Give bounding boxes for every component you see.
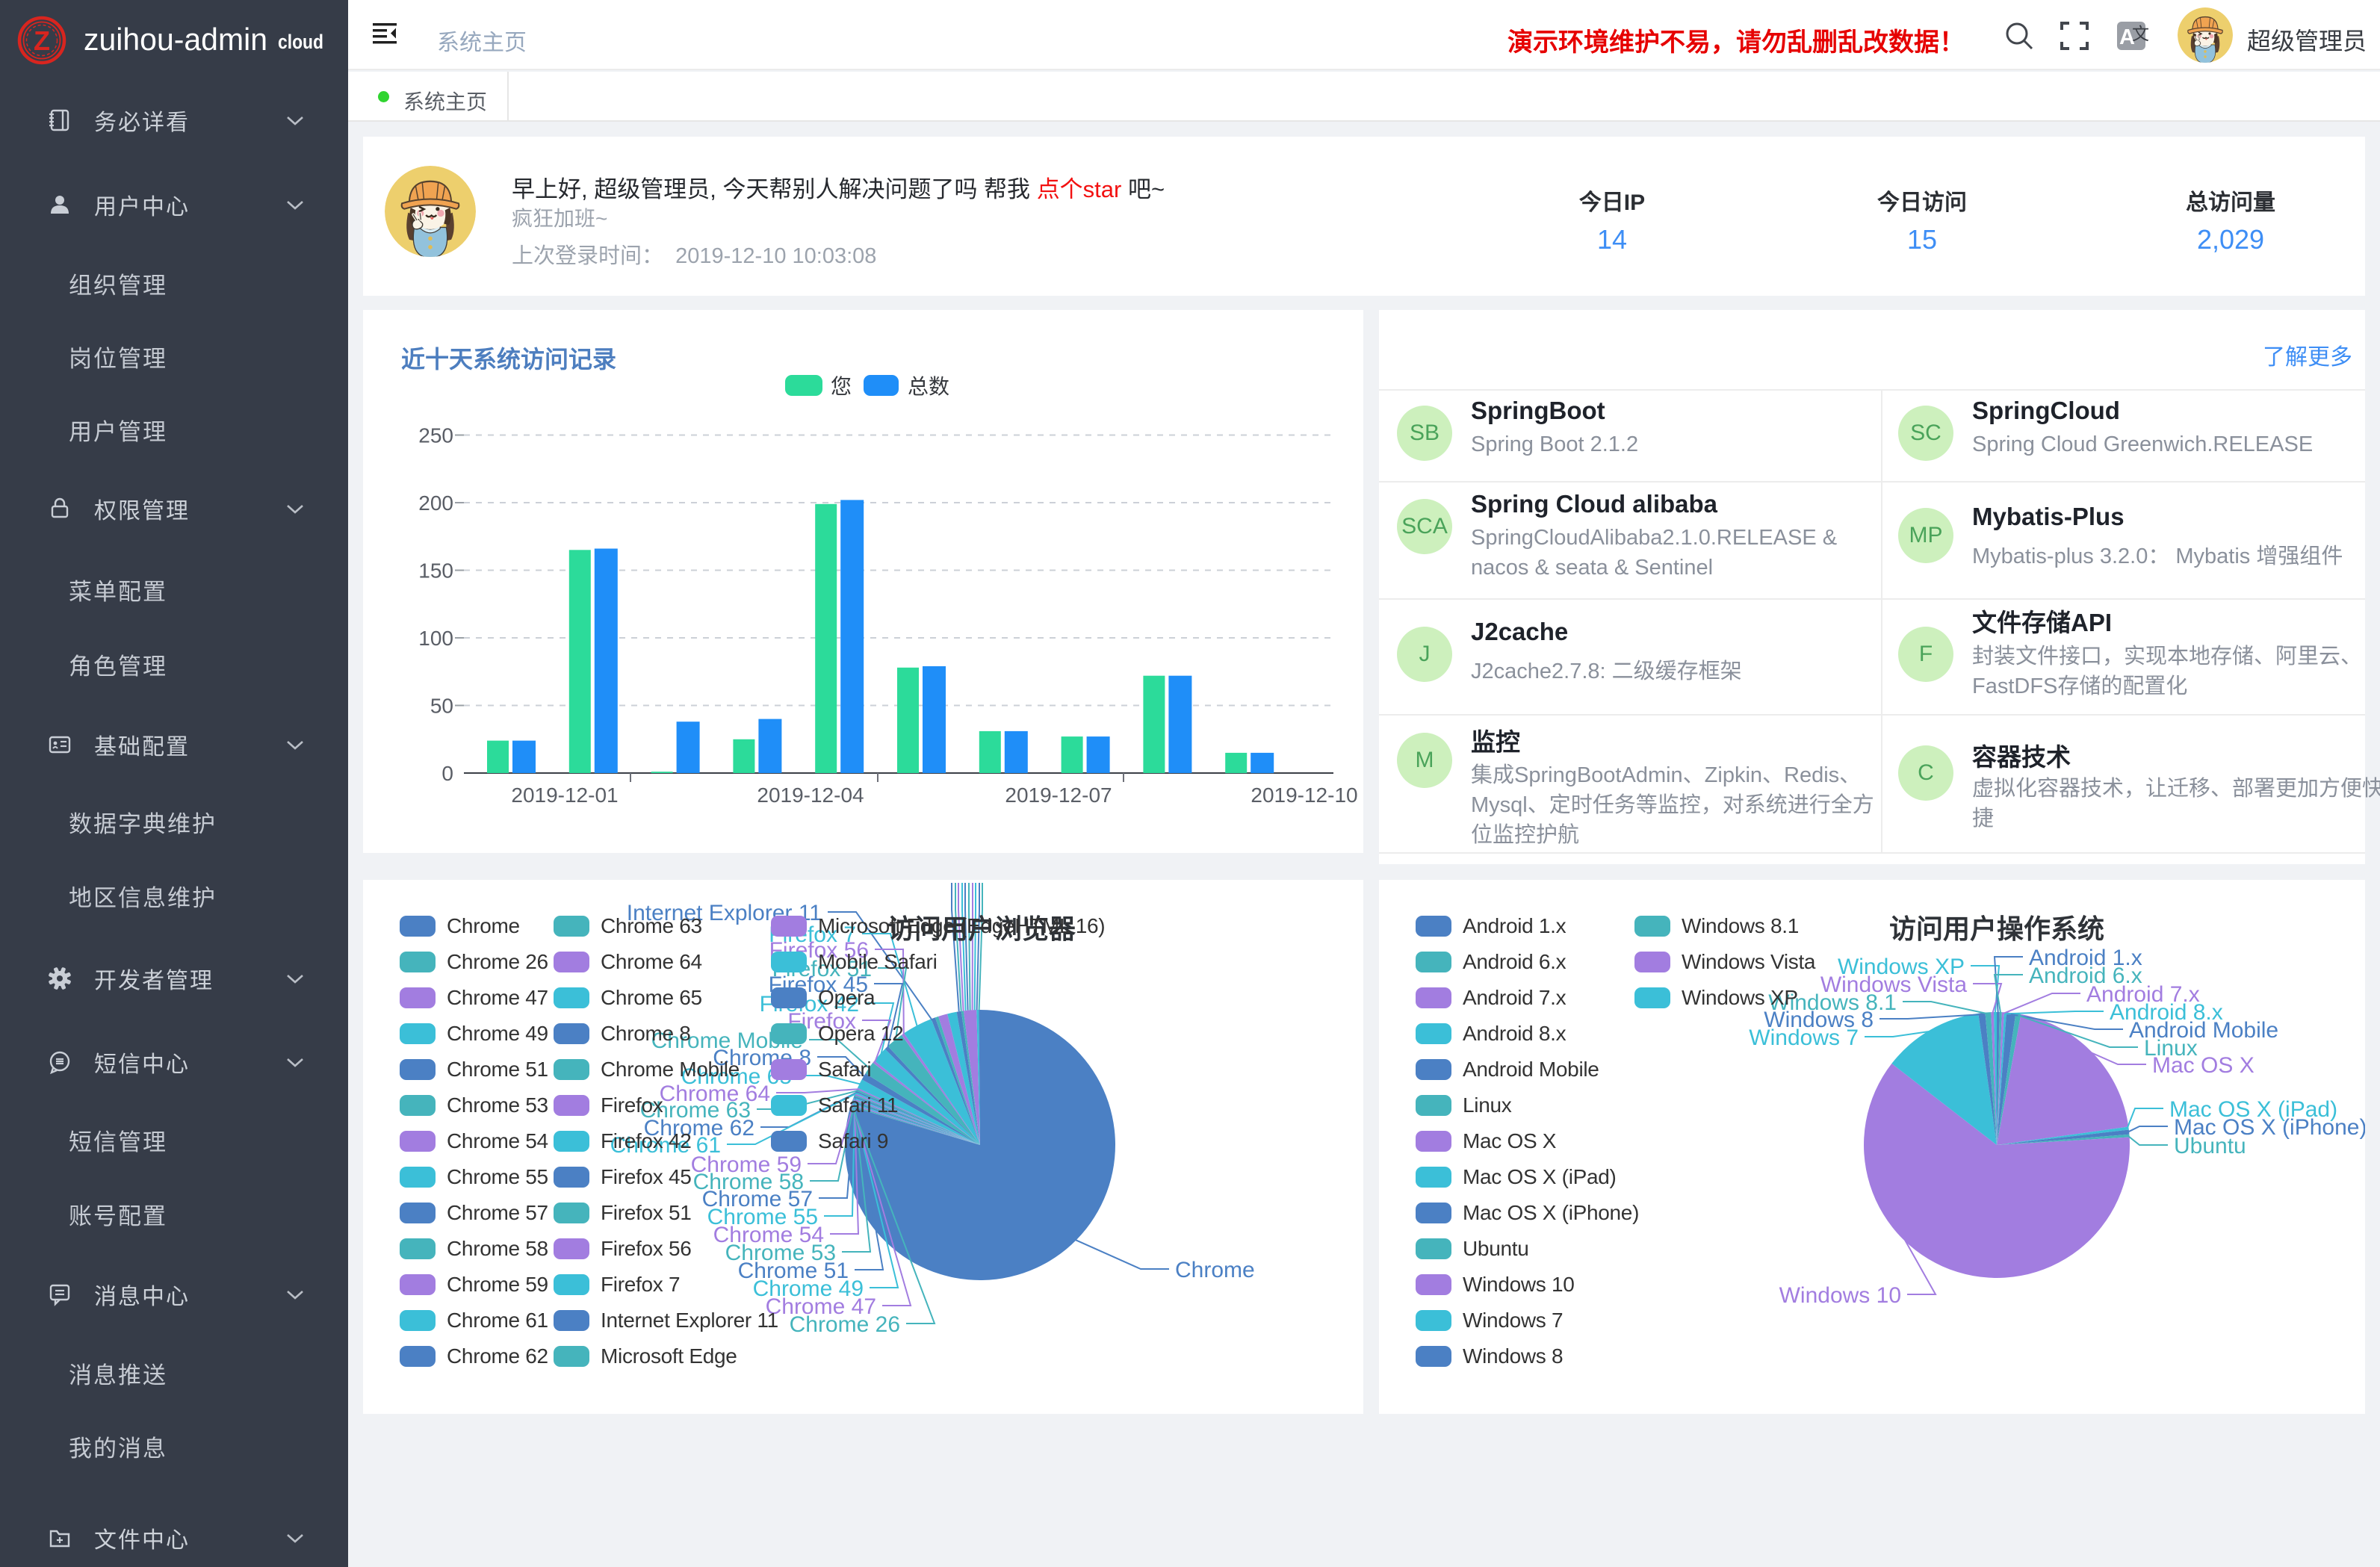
svg-text:Windows 10: Windows 10	[1779, 1283, 1901, 1308]
svg-text:250: 250	[418, 424, 453, 447]
svg-text:近十天系统访问记录: 近十天系统访问记录	[401, 346, 616, 373]
svg-text:您: 您	[831, 375, 852, 398]
svg-text:总数: 总数	[908, 375, 949, 398]
svg-text:Chrome 26: Chrome 26	[790, 1312, 900, 1337]
svg-text:100: 100	[418, 627, 453, 650]
svg-text:2019-12-01: 2019-12-01	[511, 784, 618, 807]
svg-text:Ubuntu: Ubuntu	[2174, 1134, 2246, 1158]
svg-text:200: 200	[418, 491, 453, 515]
svg-text:0: 0	[441, 762, 453, 785]
svg-text:Z: Z	[34, 25, 50, 56]
svg-text:150: 150	[418, 559, 453, 583]
svg-text:Chrome: Chrome	[1175, 1258, 1255, 1282]
svg-text:2019-12-07: 2019-12-07	[1005, 784, 1112, 807]
svg-text:Mac OS X: Mac OS X	[2152, 1053, 2255, 1078]
svg-text:50: 50	[430, 695, 453, 718]
svg-text:2019-12-04: 2019-12-04	[757, 784, 864, 807]
svg-text:访问用户操作系统: 访问用户操作系统	[1889, 913, 2104, 944]
svg-text:2019-12-10: 2019-12-10	[1251, 784, 1357, 807]
svg-text:zuihou-admin: zuihou-admin	[84, 22, 267, 57]
svg-text:cloud: cloud	[278, 31, 323, 53]
svg-text:Windows 7: Windows 7	[1749, 1025, 1859, 1050]
